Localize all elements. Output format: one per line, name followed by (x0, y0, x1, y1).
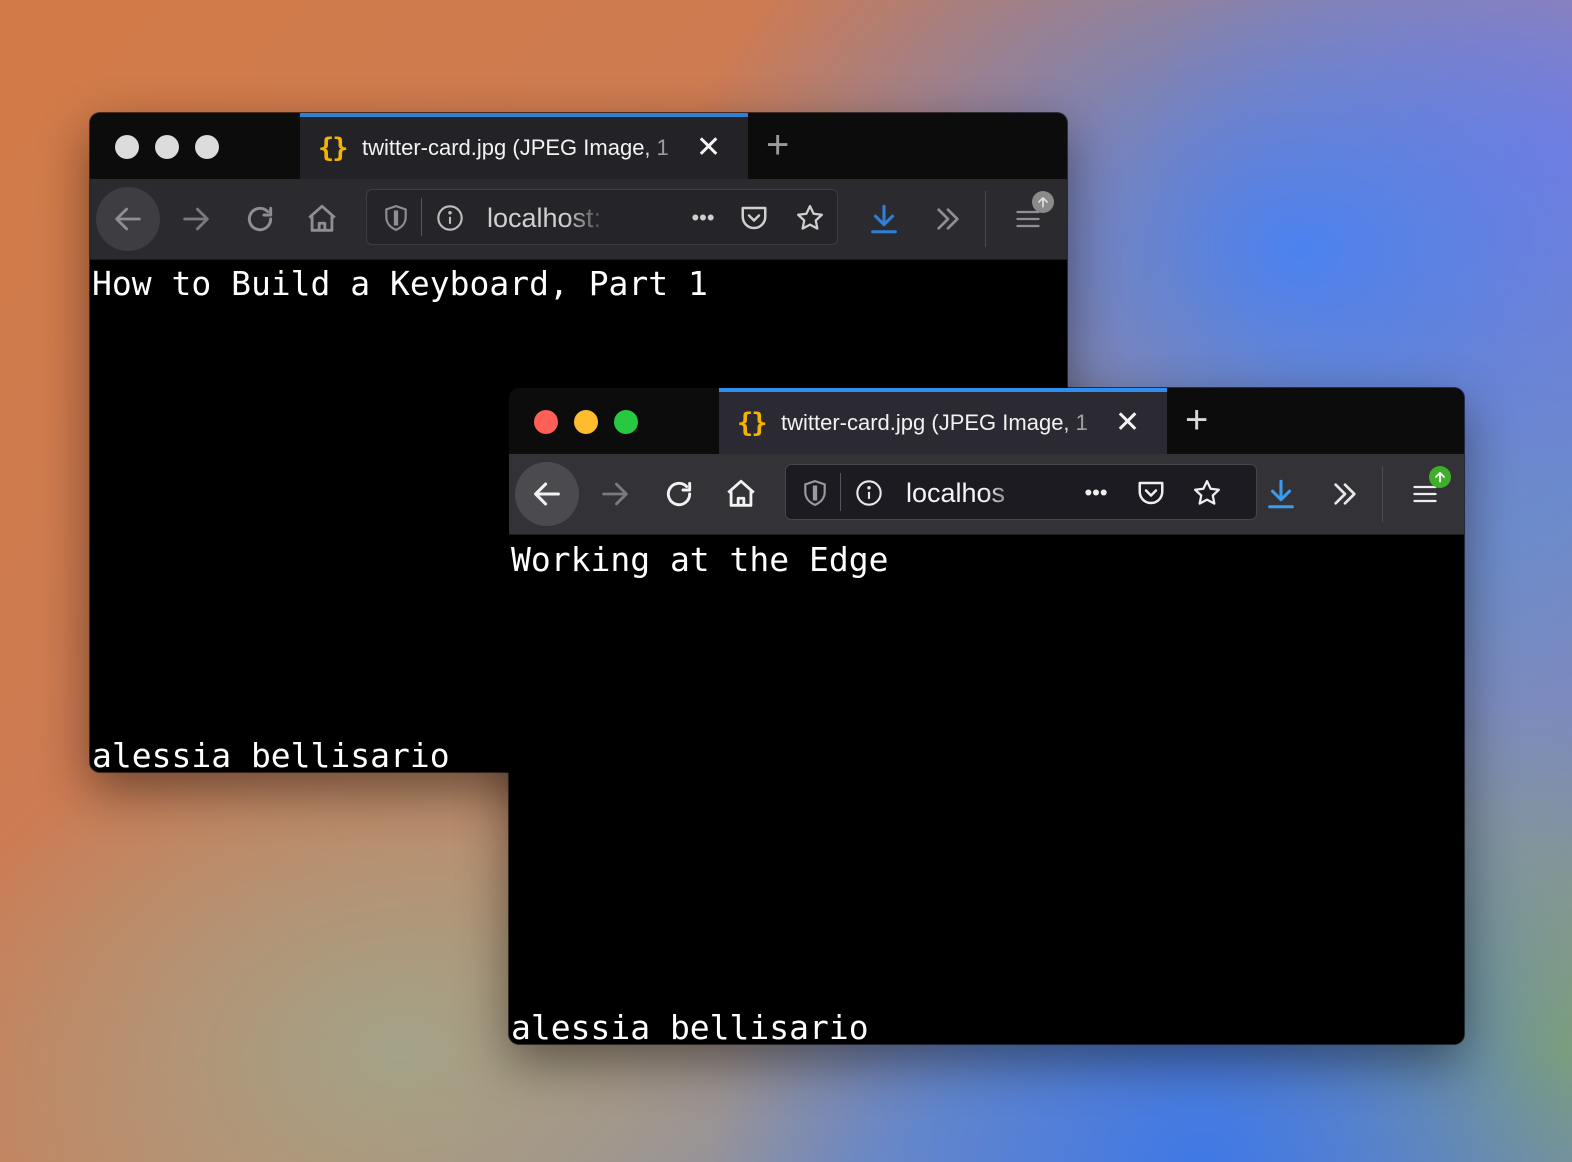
tab-title: twitter-card.jpg (JPEG Image, 1 (362, 135, 669, 160)
page-actions-icon[interactable]: ••• (683, 203, 723, 233)
downloads-button[interactable] (1249, 462, 1313, 526)
info-icon[interactable] (435, 203, 465, 233)
page-heading: Working at the Edge (511, 540, 889, 579)
url-text[interactable]: localhos (906, 478, 1028, 509)
reload-button[interactable] (228, 187, 292, 251)
page-author: alessia bellisario (92, 736, 450, 772)
tracking-shield-icon[interactable] (381, 203, 411, 233)
overflow-menu-button[interactable] (1313, 462, 1377, 526)
reload-icon (666, 481, 692, 507)
json-braces-icon: {} (318, 132, 349, 164)
chevron-double-right-icon (1334, 483, 1356, 505)
pocket-icon[interactable] (739, 203, 769, 233)
address-bar[interactable]: localhost: ••• (366, 189, 838, 245)
zoom-window-button[interactable] (614, 410, 638, 434)
bookmark-star-icon[interactable] (1192, 478, 1222, 508)
update-badge-icon (1429, 466, 1451, 488)
browser-tab[interactable]: {} twitter-card.jpg (JPEG Image, 1 ✕ (300, 113, 748, 179)
address-bar-divider (840, 473, 841, 511)
address-bar[interactable]: localhos ••• (785, 464, 1257, 520)
download-icon (871, 204, 897, 234)
home-icon (727, 479, 755, 507)
home-button[interactable] (290, 187, 354, 251)
zoom-window-button[interactable] (195, 135, 219, 159)
minimize-window-button[interactable] (574, 410, 598, 434)
window-controls (534, 410, 638, 434)
title-bar: {} twitter-card.jpg (JPEG Image, 1 ✕ + (509, 388, 1464, 454)
back-button[interactable] (515, 462, 579, 526)
arrow-left-icon (534, 482, 560, 506)
close-window-button[interactable] (115, 135, 139, 159)
new-tab-button[interactable]: + (1185, 400, 1208, 440)
home-icon (308, 204, 336, 232)
forward-button[interactable] (164, 187, 228, 251)
app-menu-button[interactable] (1393, 462, 1457, 526)
close-window-button[interactable] (534, 410, 558, 434)
pocket-icon[interactable] (1136, 478, 1166, 508)
back-button[interactable] (96, 187, 160, 251)
page-author: alessia bellisario (511, 1008, 869, 1044)
downloads-button[interactable] (852, 187, 916, 251)
reload-button[interactable] (647, 462, 711, 526)
home-button[interactable] (709, 462, 773, 526)
toolbar-divider (985, 191, 986, 247)
browser-window-front[interactable]: {} twitter-card.jpg (JPEG Image, 1 ✕ + l… (509, 388, 1464, 1044)
window-controls (115, 135, 219, 159)
json-braces-icon: {} (737, 407, 768, 439)
update-badge-icon (1032, 191, 1054, 213)
page-actions-icon[interactable]: ••• (1076, 478, 1116, 508)
tracking-shield-icon[interactable] (800, 478, 830, 508)
info-icon[interactable] (854, 478, 884, 508)
navigation-toolbar: localhost: ••• (90, 179, 1067, 260)
app-menu-button[interactable] (996, 187, 1060, 251)
url-text[interactable]: localhost: (487, 203, 609, 234)
download-icon (1268, 479, 1294, 509)
arrow-right-icon (602, 482, 628, 506)
forward-button[interactable] (583, 462, 647, 526)
page-heading: How to Build a Keyboard, Part 1 (92, 264, 708, 303)
arrow-right-icon (183, 207, 209, 231)
title-bar: {} twitter-card.jpg (JPEG Image, 1 ✕ + (90, 113, 1067, 179)
address-bar-divider (421, 198, 422, 236)
chevron-double-right-icon (937, 208, 959, 230)
minimize-window-button[interactable] (155, 135, 179, 159)
toolbar-divider (1382, 466, 1383, 522)
arrow-left-icon (115, 207, 141, 231)
navigation-toolbar: localhos ••• (509, 454, 1464, 535)
tab-close-icon[interactable]: ✕ (696, 133, 721, 163)
tab-title: twitter-card.jpg (JPEG Image, 1 (781, 410, 1088, 435)
page-content: Working at the Edge alessia bellisario (509, 536, 1464, 1044)
overflow-menu-button[interactable] (916, 187, 980, 251)
new-tab-button[interactable]: + (766, 125, 789, 165)
browser-tab[interactable]: {} twitter-card.jpg (JPEG Image, 1 ✕ (719, 388, 1167, 454)
tab-close-icon[interactable]: ✕ (1115, 408, 1140, 438)
bookmark-star-icon[interactable] (795, 203, 825, 233)
reload-icon (247, 206, 273, 232)
